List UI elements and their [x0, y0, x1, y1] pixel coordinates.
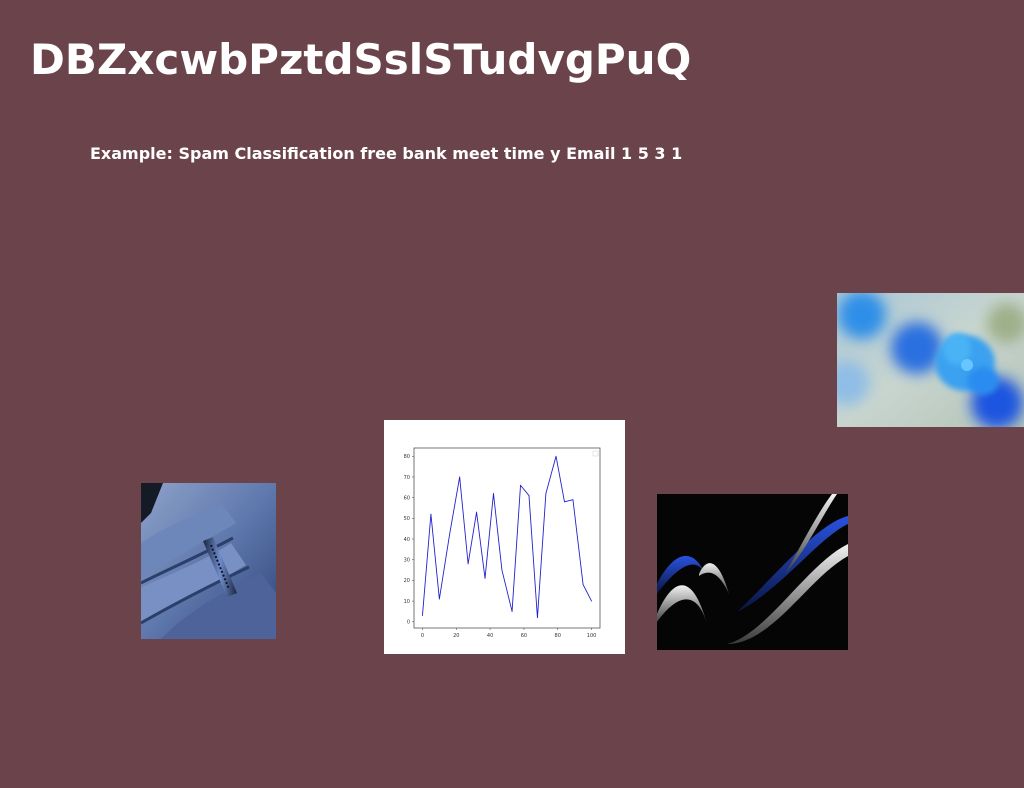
data-point	[501, 569, 503, 571]
y-tick-label: 80	[404, 454, 410, 460]
page-title: DBZxcwbPztdSslSTudvgPuQ	[30, 35, 692, 84]
data-point	[459, 476, 461, 478]
y-tick-label: 70	[404, 475, 410, 481]
y-tick-label: 0	[407, 620, 410, 626]
data-point	[422, 615, 423, 616]
page-subtitle: Example: Spam Classification free bank m…	[90, 144, 683, 163]
data-point	[564, 501, 565, 503]
data-point	[591, 600, 592, 602]
blue-flower-photo	[837, 293, 1024, 427]
data-point	[537, 617, 538, 619]
data-point	[572, 499, 574, 501]
data-point	[449, 534, 450, 536]
data-point	[438, 598, 440, 600]
data-point	[520, 484, 521, 486]
x-tick-label: 40	[487, 633, 493, 639]
y-tick-label: 10	[404, 599, 410, 605]
data-point	[484, 577, 486, 579]
line-chart: 0 10 20 30 40 50 60 70 80 0 20 40 60 80 100	[404, 447, 601, 639]
data-point	[430, 513, 432, 515]
y-tick-label: 60	[404, 495, 410, 501]
data-point	[493, 493, 494, 494]
data-point	[528, 495, 530, 496]
abstract-waves-image	[657, 494, 848, 650]
x-tick-label: 80	[555, 633, 561, 639]
data-point	[476, 511, 477, 513]
y-tick-label: 30	[404, 558, 410, 564]
y-tick-label: 40	[404, 537, 410, 543]
data-point	[582, 584, 584, 585]
page-canvas: DBZxcwbPztdSslSTudvgPuQ Example: Spam Cl…	[0, 0, 1024, 788]
y-tick-label: 50	[404, 516, 410, 522]
series-line	[422, 455, 592, 619]
legend-box	[592, 450, 599, 457]
ring-hand-photo	[141, 483, 276, 639]
data-point	[467, 563, 469, 565]
x-tick-label: 0	[421, 633, 424, 639]
y-tick-label: 20	[404, 578, 410, 584]
data-point	[511, 611, 513, 612]
line-chart-image: 0 10 20 30 40 50 60 70 80 0 20 40 60 80 100	[384, 420, 625, 654]
data-point	[545, 493, 547, 494]
data-point	[555, 455, 557, 457]
x-tick-label: 60	[521, 633, 527, 639]
x-tick-label: 20	[453, 633, 459, 639]
x-tick-label: 100	[587, 633, 597, 639]
plot-frame	[413, 447, 601, 629]
